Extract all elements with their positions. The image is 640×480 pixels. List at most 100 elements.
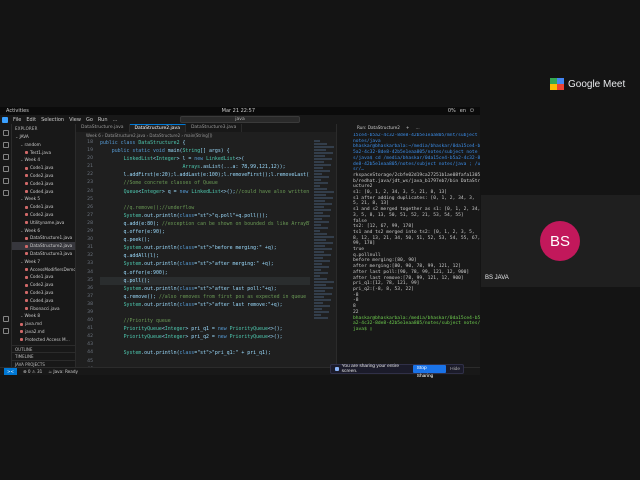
terminal-panel: Run: DataStructure2 + … 15ce4-b5a2-4c32-8d… bbox=[336, 124, 480, 367]
code-line[interactable]: q.poll(); bbox=[100, 276, 310, 285]
remote-indicator[interactable]: >< bbox=[4, 367, 18, 375]
java-file-icon bbox=[25, 190, 28, 194]
os-clock[interactable]: Mar 21 22:57 bbox=[222, 108, 255, 114]
code-line[interactable]: public static void main(String[] args) { bbox=[100, 147, 310, 155]
code-line[interactable]: //q.remove();//underflow bbox=[100, 204, 310, 212]
menu-item[interactable]: File bbox=[13, 117, 21, 123]
tree-folder[interactable]: ⌄Week 4 bbox=[12, 156, 75, 164]
search-icon[interactable] bbox=[2, 142, 9, 148]
tree-file[interactable]: java2.md bbox=[12, 328, 75, 336]
os-status-item[interactable]: 0% bbox=[448, 108, 456, 114]
tree-file[interactable]: Protected Access M… bbox=[12, 336, 75, 344]
code-line[interactable]: PriorityQueue<Integer> pri_q2 = new Prio… bbox=[100, 333, 310, 341]
tree-file[interactable]: java.md bbox=[12, 320, 75, 328]
command-center[interactable]: java bbox=[180, 116, 300, 123]
tree-file[interactable]: Code2.java bbox=[12, 211, 75, 219]
code-line[interactable]: System.out.println(class="st">"before me… bbox=[100, 244, 310, 252]
code-line[interactable] bbox=[100, 358, 310, 366]
code-line[interactable]: System.out.println(class="st">"after las… bbox=[100, 301, 310, 309]
stop-sharing-button[interactable]: Stop Sharing bbox=[412, 365, 447, 379]
tree-file[interactable]: Code3.java bbox=[12, 289, 75, 297]
code-line[interactable]: System.out.println(class="st">"q.poll"+q… bbox=[100, 212, 310, 220]
code-line[interactable] bbox=[100, 341, 310, 349]
menu-item[interactable]: View bbox=[69, 117, 81, 123]
tree-folder[interactable]: ⌄JAVA bbox=[12, 133, 75, 141]
editor-tab[interactable]: DataStructure.java bbox=[76, 124, 130, 132]
code-text[interactable]: public class DataStructure2 { public sta… bbox=[100, 139, 310, 367]
os-activities-button[interactable]: Activities bbox=[6, 108, 29, 114]
tree-file[interactable]: Code1.java bbox=[12, 273, 75, 281]
tree-file[interactable]: Code2.java bbox=[12, 172, 75, 180]
code-line[interactable]: Queue<Integer> q = new LinkedList<>();//… bbox=[100, 188, 310, 196]
account-icon[interactable] bbox=[2, 316, 9, 322]
gear-icon[interactable] bbox=[2, 328, 9, 334]
code-line[interactable]: l.addFirst(e:20);l.addLast(e:100);l.remo… bbox=[100, 171, 310, 179]
tree-file[interactable]: Code4.java bbox=[12, 188, 75, 196]
code-line[interactable] bbox=[100, 196, 310, 204]
tree-folder[interactable]: ⌄Week 6 bbox=[12, 227, 75, 235]
os-status-item[interactable]: ⏻ bbox=[470, 108, 474, 114]
tree-folder[interactable]: ⌄random bbox=[12, 141, 75, 149]
terminal-tab[interactable]: Run: DataStructure2 bbox=[357, 124, 400, 132]
sidebar-section-header[interactable]: JAVA PROJECTS bbox=[12, 359, 75, 368]
code-line[interactable]: PriorityQueue<Integer> pri_q1 = new Prio… bbox=[100, 325, 310, 333]
minimap-line bbox=[314, 146, 334, 148]
tree-folder[interactable]: ⌄Week 5 bbox=[12, 195, 75, 203]
code-line[interactable]: q.remove(); //also removes from first po… bbox=[100, 293, 310, 301]
menu-item[interactable]: Edit bbox=[26, 117, 36, 123]
tree-file[interactable]: Code2.java bbox=[12, 281, 75, 289]
sidebar-section-header[interactable]: OUTLINE bbox=[12, 344, 75, 353]
terminal-tab[interactable]: … bbox=[415, 124, 419, 132]
extensions-icon[interactable] bbox=[2, 178, 9, 184]
code-line[interactable]: System.out.println(class="st">"after mer… bbox=[100, 260, 310, 268]
tree-file[interactable]: Code4.java bbox=[12, 297, 75, 305]
breadcrumb[interactable]: Week 6 › DataStructure2.java › DataStruc… bbox=[76, 132, 336, 139]
tree-file[interactable]: AccessModifiersDemo.java bbox=[12, 266, 75, 274]
editor-tab[interactable]: DataStructure3.java bbox=[186, 124, 243, 132]
java-status[interactable]: ☕ Java: Ready bbox=[48, 369, 78, 374]
menu-item[interactable]: Selection bbox=[41, 117, 64, 123]
code-line[interactable]: q.addAll(l); bbox=[100, 252, 310, 260]
code-line[interactable]: Arrays.asList(...a: 78,99,121,12)); bbox=[100, 163, 310, 171]
tree-file[interactable]: Test1.java bbox=[12, 149, 75, 157]
code-line[interactable]: public class DataStructure2 { bbox=[100, 139, 310, 147]
tree-file[interactable]: DataStructure1.java bbox=[12, 234, 75, 242]
sidebar-section-header[interactable]: TIMELINE bbox=[12, 352, 75, 360]
code-line[interactable]: q.offer(e:900); bbox=[100, 269, 310, 277]
code-editor[interactable]: 18 19 20 21 22 23 24 25 26 27 28 29 30 31 32 33 34 35 36 37… bbox=[76, 139, 336, 367]
tree-file[interactable]: Code1.java bbox=[12, 203, 75, 211]
terminal-output[interactable]: 15ce4-b5a2-4c32-8de8-42b5e1eaa805/mnt/su… bbox=[353, 133, 480, 367]
code-line[interactable]: System.out.println(class="st">"after las… bbox=[100, 285, 310, 293]
menu-item[interactable]: Go bbox=[86, 117, 93, 123]
testing-icon[interactable] bbox=[2, 190, 9, 196]
run-debug-icon[interactable] bbox=[2, 166, 9, 172]
os-status-item[interactable]: en bbox=[460, 108, 466, 114]
code-line[interactable]: LinkedList<Integer> l = new LinkedList<>… bbox=[100, 155, 310, 163]
tree-file[interactable]: DataStructure2.java bbox=[12, 242, 75, 250]
problems-status[interactable]: ⊗ 0 ⚠ 31 bbox=[23, 369, 42, 374]
terminal-tab[interactable]: + bbox=[406, 124, 410, 132]
tree-file[interactable]: Utilityname.java bbox=[12, 219, 75, 227]
code-line[interactable]: q.add(e:80); //exception can be shown on… bbox=[100, 220, 310, 228]
tree-file[interactable]: DataStructure3.java bbox=[12, 250, 75, 258]
tree-file[interactable]: Fibonacci.java bbox=[12, 305, 75, 313]
tree-folder[interactable]: ⌄Week 8 bbox=[12, 312, 75, 320]
minimap[interactable] bbox=[314, 139, 336, 367]
code-line[interactable] bbox=[100, 309, 310, 317]
code-line[interactable]: System.out.println(class="st">"pri_q1:" … bbox=[100, 349, 310, 357]
tree-file[interactable]: Code1.java bbox=[12, 164, 75, 172]
menu-item[interactable]: Run bbox=[98, 117, 108, 123]
source-control-icon[interactable] bbox=[2, 154, 9, 160]
code-line[interactable]: //Some concrete classes of Queue bbox=[100, 179, 310, 187]
tree-folder[interactable]: ⌄Week 7 bbox=[12, 258, 75, 266]
tree-file[interactable]: Code3.java bbox=[12, 180, 75, 188]
code-line[interactable]: q.offer(e:90); bbox=[100, 228, 310, 236]
explorer-icon[interactable] bbox=[2, 130, 9, 136]
minimap-line bbox=[314, 191, 334, 193]
code-line[interactable]: q.peek(); bbox=[100, 236, 310, 244]
hide-banner-button[interactable]: Hide bbox=[450, 367, 463, 372]
code-line[interactable]: //Priority queue bbox=[100, 317, 310, 325]
menu-item[interactable]: … bbox=[113, 117, 118, 123]
editor-tab[interactable]: DataStructure2.java bbox=[129, 124, 186, 132]
google-meet-logo-icon bbox=[550, 78, 564, 90]
